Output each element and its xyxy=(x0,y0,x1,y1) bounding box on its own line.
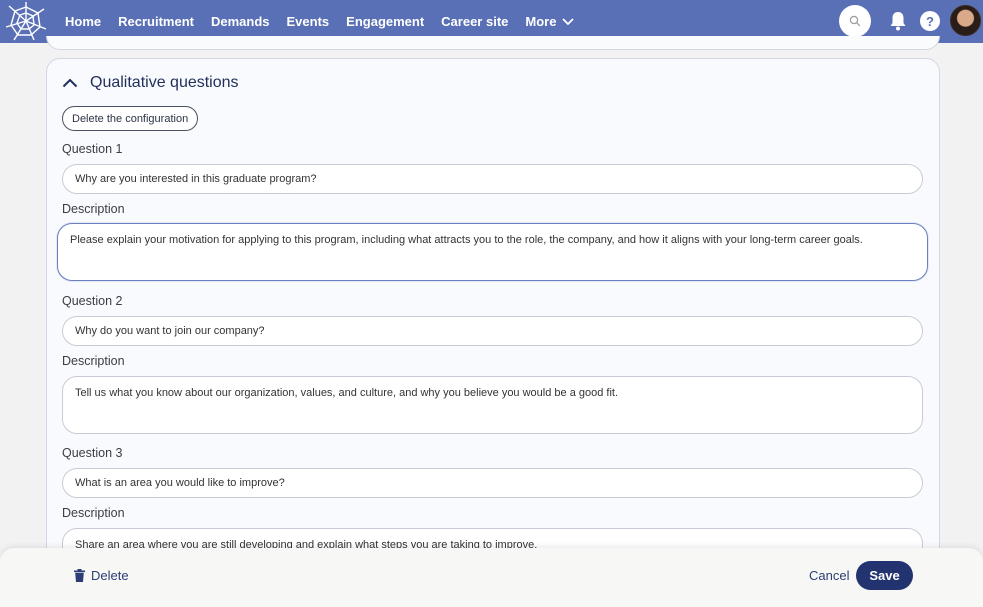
search-icon xyxy=(849,15,861,27)
nav-more[interactable]: More xyxy=(525,14,575,29)
nav-career-site[interactable]: Career site xyxy=(441,14,508,29)
nav-engagement-label: Engagement xyxy=(346,14,425,29)
delete-button[interactable]: Delete xyxy=(74,568,129,583)
question-2-input[interactable]: Why do you want to join our company? xyxy=(62,316,923,346)
description-1-textarea[interactable]: Please explain your motivation for apply… xyxy=(57,223,928,281)
nav-recruitment[interactable]: Recruitment xyxy=(118,14,194,29)
nav-engagement[interactable]: Engagement xyxy=(346,14,424,29)
help-glyph: ? xyxy=(926,13,934,29)
description-3-label: Description xyxy=(62,506,125,520)
cancel-button[interactable]: Cancel xyxy=(809,568,849,583)
save-button[interactable]: Save xyxy=(856,561,913,590)
nav-more-label: More xyxy=(525,14,557,29)
nav-home[interactable]: Home xyxy=(65,14,101,29)
nav-recruitment-label: Recruitment xyxy=(118,14,194,29)
nav-events-label: Events xyxy=(286,14,330,29)
description-2-textarea[interactable]: Tell us what you know about our organiza… xyxy=(62,376,923,434)
section-toggle[interactable]: Qualitative questions xyxy=(62,74,239,92)
question-2-label: Question 2 xyxy=(62,294,123,308)
delete-label: Delete xyxy=(91,568,129,583)
help-icon[interactable]: ? xyxy=(920,11,940,31)
search-button[interactable] xyxy=(839,5,871,37)
user-avatar[interactable] xyxy=(950,5,981,36)
section-title: Qualitative questions xyxy=(90,74,239,91)
nav-career-site-label: Career site xyxy=(441,14,509,29)
spiderweb-logo-icon[interactable] xyxy=(4,1,48,41)
trash-icon xyxy=(74,569,85,582)
delete-configuration-button[interactable]: Delete the configuration xyxy=(62,106,199,131)
nav-events[interactable]: Events xyxy=(287,14,330,29)
question-1-label: Question 1 xyxy=(62,142,123,156)
description-2-label: Description xyxy=(62,354,125,368)
description-1-label: Description xyxy=(62,202,125,216)
nav-demands[interactable]: Demands xyxy=(211,14,270,29)
notification-bell-icon[interactable] xyxy=(889,11,907,31)
chevron-up-icon xyxy=(62,78,78,88)
nav-home-label: Home xyxy=(65,14,102,29)
question-1-input[interactable]: Why are you interested in this graduate … xyxy=(62,164,923,194)
previous-section-card xyxy=(46,36,940,50)
nav-demands-label: Demands xyxy=(210,14,270,29)
chevron-down-icon xyxy=(562,17,575,25)
question-3-label: Question 3 xyxy=(62,446,123,460)
question-3-input[interactable]: What is an area you would like to improv… xyxy=(62,468,923,498)
